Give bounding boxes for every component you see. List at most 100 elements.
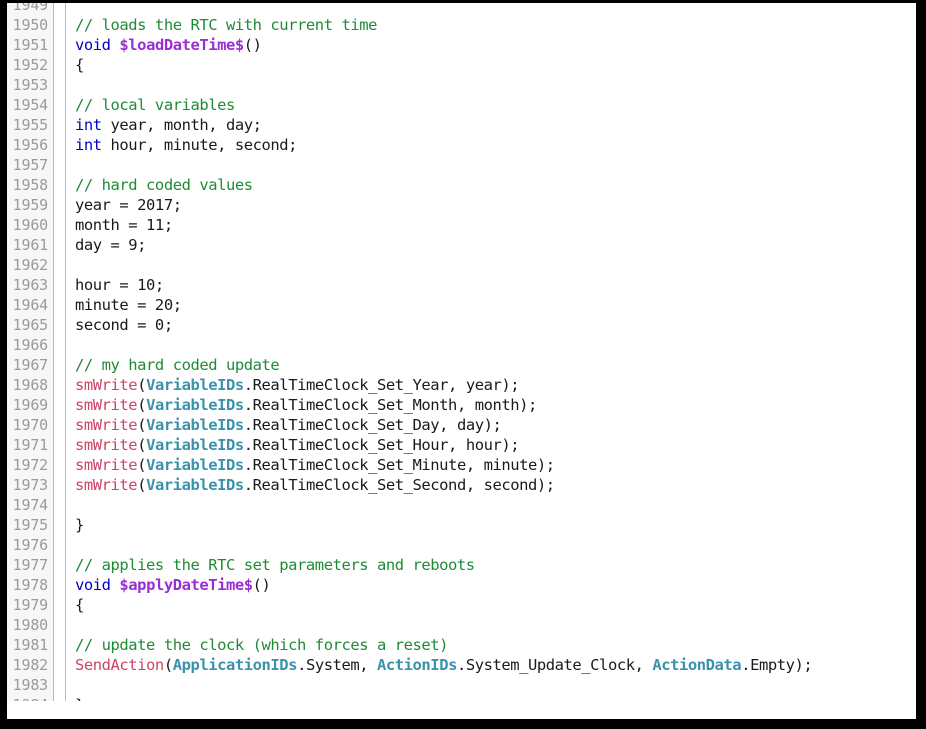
line-number[interactable]: 1978 (7, 575, 54, 595)
line-number[interactable]: 1983 (7, 675, 54, 695)
code-line-text[interactable]: second = 0; (66, 315, 916, 335)
line-number[interactable]: 1950 (7, 15, 54, 35)
fold-margin[interactable] (54, 275, 66, 295)
code-line-text[interactable] (66, 255, 916, 275)
code-line-text[interactable]: month = 11; (66, 215, 916, 235)
fold-margin[interactable] (54, 15, 66, 35)
code-line-text[interactable]: smWrite(VariableIDs.RealTimeClock_Set_Se… (66, 475, 916, 495)
line-number[interactable]: 1980 (7, 615, 54, 635)
code-line[interactable]: 1951 void $loadDateTime$() (7, 35, 916, 55)
fold-margin[interactable] (54, 95, 66, 115)
fold-margin[interactable] (54, 415, 66, 435)
code-line-text[interactable] (66, 675, 916, 695)
code-viewport[interactable]: 1949 1950 // loads the RTC with current ti… (7, 3, 916, 719)
fold-margin[interactable] (54, 335, 66, 355)
code-line-text[interactable]: } (66, 515, 916, 535)
code-line-text[interactable]: // update the clock (which forces a rese… (66, 635, 916, 655)
line-number[interactable]: 1967 (7, 355, 54, 375)
fold-margin[interactable] (54, 355, 66, 375)
fold-margin[interactable] (54, 115, 66, 135)
code-line[interactable]: 1978 void $applyDateTime$() (7, 575, 916, 595)
line-number[interactable]: 1976 (7, 535, 54, 555)
code-line-text[interactable]: void $applyDateTime$() (66, 575, 916, 595)
fold-margin[interactable] (54, 675, 66, 695)
code-line[interactable]: 1976 (7, 535, 916, 555)
code-line-text[interactable]: int year, month, day; (66, 115, 916, 135)
code-line[interactable]: 1950 // loads the RTC with current time (7, 15, 916, 35)
code-line[interactable]: 1955 int year, month, day; (7, 115, 916, 135)
code-line[interactable]: 1979 { (7, 595, 916, 615)
fold-margin[interactable] (54, 375, 66, 395)
code-line[interactable]: 1962 (7, 255, 916, 275)
code-line[interactable]: 1980 (7, 615, 916, 635)
code-line-text[interactable]: // applies the RTC set parameters and re… (66, 555, 916, 575)
line-number[interactable]: 1959 (7, 195, 54, 215)
code-line[interactable]: 1960 month = 11; (7, 215, 916, 235)
line-number[interactable]: 1964 (7, 295, 54, 315)
fold-margin[interactable] (54, 235, 66, 255)
fold-margin[interactable] (54, 3, 66, 15)
code-line[interactable]: 1970 smWrite(VariableIDs.RealTimeClock_Se… (7, 415, 916, 435)
fold-margin[interactable] (54, 195, 66, 215)
code-line[interactable]: 1983 (7, 675, 916, 695)
code-line[interactable]: 1964 minute = 20; (7, 295, 916, 315)
line-number[interactable]: 1949 (7, 3, 54, 15)
fold-margin[interactable] (54, 55, 66, 75)
code-line-text[interactable] (66, 75, 916, 95)
code-line-text[interactable]: hour = 10; (66, 275, 916, 295)
line-number[interactable]: 1968 (7, 375, 54, 395)
code-line[interactable]: 1974 (7, 495, 916, 515)
fold-margin[interactable] (54, 555, 66, 575)
code-line-text[interactable] (66, 3, 916, 15)
code-line-text[interactable]: smWrite(VariableIDs.RealTimeClock_Set_Mo… (66, 395, 916, 415)
line-number[interactable]: 1979 (7, 595, 54, 615)
code-line-text[interactable] (66, 155, 916, 175)
code-line[interactable]: 1953 (7, 75, 916, 95)
code-line-text[interactable]: smWrite(VariableIDs.RealTimeClock_Set_Ho… (66, 435, 916, 455)
line-number[interactable]: 1975 (7, 515, 54, 535)
code-line[interactable]: 1966 (7, 335, 916, 355)
fold-margin[interactable] (54, 315, 66, 335)
fold-margin[interactable] (54, 215, 66, 235)
code-line-text[interactable]: year = 2017; (66, 195, 916, 215)
code-line[interactable]: 1956 int hour, minute, second; (7, 135, 916, 155)
line-number[interactable]: 1966 (7, 335, 54, 355)
code-line-text[interactable]: // my hard coded update (66, 355, 916, 375)
code-line[interactable]: 1971 smWrite(VariableIDs.RealTimeClock_Se… (7, 435, 916, 455)
fold-margin[interactable] (54, 475, 66, 495)
code-line[interactable]: 1957 (7, 155, 916, 175)
code-line[interactable]: 1949 (7, 3, 916, 15)
line-number[interactable]: 1971 (7, 435, 54, 455)
code-line-text[interactable]: smWrite(VariableIDs.RealTimeClock_Set_Ye… (66, 375, 916, 395)
code-line-text[interactable]: smWrite(VariableIDs.RealTimeClock_Set_Da… (66, 415, 916, 435)
fold-margin[interactable] (54, 35, 66, 55)
code-line[interactable]: 1975} (7, 515, 916, 535)
line-number[interactable]: 1955 (7, 115, 54, 135)
fold-margin[interactable] (54, 255, 66, 275)
fold-margin[interactable] (54, 635, 66, 655)
code-line-text[interactable]: int hour, minute, second; (66, 135, 916, 155)
code-line-text[interactable] (66, 615, 916, 635)
code-line[interactable]: 1973 smWrite(VariableIDs.RealTimeClock_Se… (7, 475, 916, 495)
code-line[interactable]: 1972 smWrite(VariableIDs.RealTimeClock_Se… (7, 455, 916, 475)
code-line[interactable]: 1977 // applies the RTC set parameters an… (7, 555, 916, 575)
fold-margin[interactable] (54, 75, 66, 95)
fold-margin[interactable] (54, 295, 66, 315)
fold-margin[interactable] (54, 535, 66, 555)
line-number[interactable]: 1970 (7, 415, 54, 435)
code-line[interactable]: 1954 // local variables (7, 95, 916, 115)
line-number[interactable]: 1969 (7, 395, 54, 415)
code-line-text[interactable]: smWrite(VariableIDs.RealTimeClock_Set_Mi… (66, 455, 916, 475)
code-line-text[interactable]: day = 9; (66, 235, 916, 255)
code-line[interactable]: 1959 year = 2017; (7, 195, 916, 215)
fold-margin[interactable] (54, 595, 66, 615)
code-line-text[interactable]: minute = 20; (66, 295, 916, 315)
line-number[interactable]: 1965 (7, 315, 54, 335)
fold-margin[interactable] (54, 655, 66, 675)
code-line[interactable]: 1958 // hard coded values (7, 175, 916, 195)
fold-margin[interactable] (54, 495, 66, 515)
line-number[interactable]: 1954 (7, 95, 54, 115)
fold-margin[interactable] (54, 155, 66, 175)
fold-margin[interactable] (54, 615, 66, 635)
line-number[interactable]: 1982 (7, 655, 54, 675)
